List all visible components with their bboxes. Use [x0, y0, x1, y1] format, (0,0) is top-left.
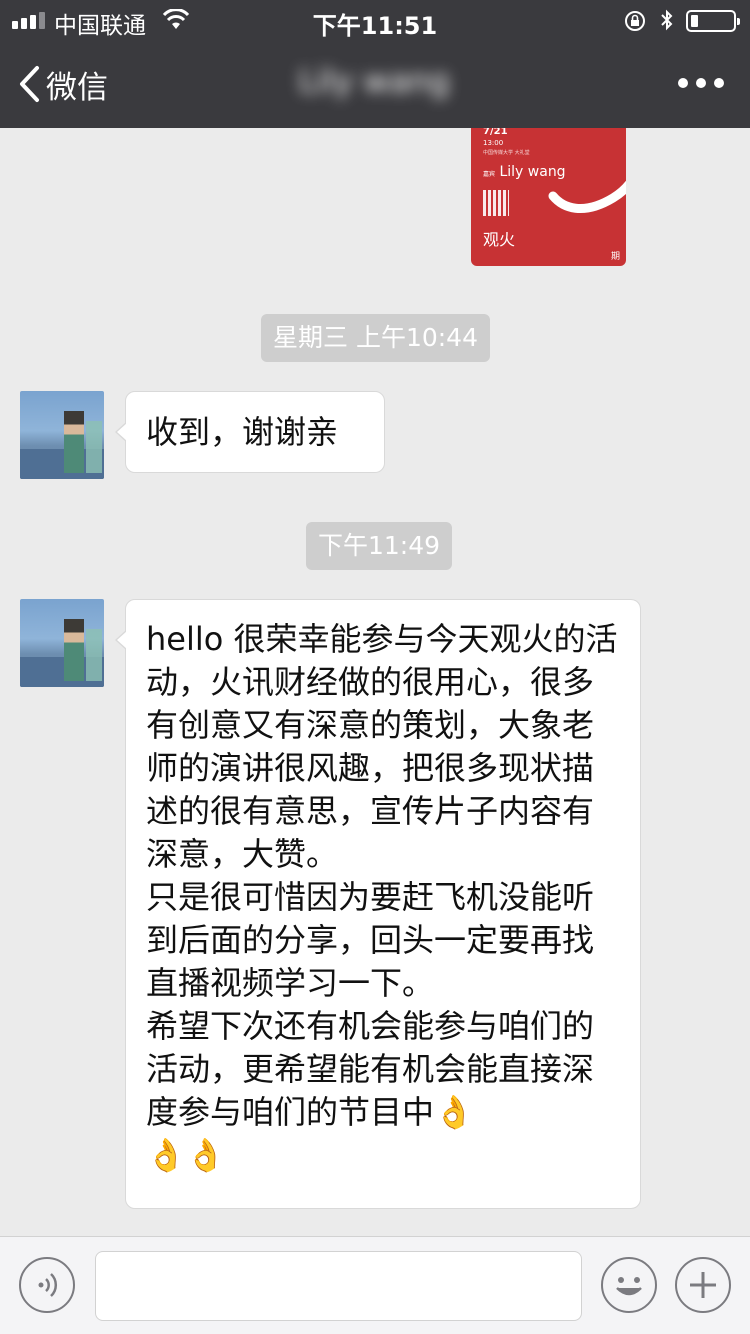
dot-icon [678, 78, 688, 88]
poster-guest-name: Lily wang [499, 164, 566, 180]
back-button[interactable]: 微信 [18, 62, 108, 106]
top-bar: 中国联通 下午11:51 微信 Lily wang [0, 0, 750, 128]
rotation-lock-icon [625, 11, 645, 31]
timestamp: 星期三 上午10:44 [261, 314, 490, 362]
battery-icon [686, 10, 740, 32]
dot-icon [696, 78, 706, 88]
plus-button[interactable] [675, 1257, 731, 1313]
voice-button[interactable] [19, 1257, 75, 1313]
back-label: 微信 [46, 69, 108, 106]
more-button[interactable] [678, 78, 724, 88]
poster-time: 13:00 [483, 139, 504, 147]
bluetooth-icon [661, 9, 673, 31]
emoji-icon [616, 1277, 642, 1296]
dot-icon [714, 78, 724, 88]
message-text: 收到，谢谢亲 [146, 413, 339, 451]
avatar[interactable] [20, 391, 104, 479]
status-bar: 中国联通 下午11:51 [0, 0, 750, 40]
timestamp: 下午11:49 [306, 522, 453, 570]
message-text: hello 很荣幸能参与今天观火的活动，火讯财经做的很用心，很多有创意又有深意的… [146, 620, 618, 1174]
poster-image-message[interactable]: 7/21 13:00 中国传媒大学 大礼堂 嘉宾 Lily wang 观火 期 [471, 108, 626, 266]
qr-code-icon [483, 190, 509, 216]
poster-brand: 观火 [483, 230, 516, 249]
chat-title: Lily wang [298, 62, 450, 100]
battery-level [691, 15, 698, 27]
poster-venue: 中国传媒大学 大礼堂 [483, 150, 530, 156]
poster-issue-suffix: 期 [610, 252, 620, 262]
poster-guest-prefix: 嘉宾 [483, 171, 496, 178]
message-input[interactable] [95, 1251, 582, 1321]
voice-icon [38, 1273, 58, 1297]
message-bubble[interactable]: 收到，谢谢亲 [115, 391, 385, 473]
avatar[interactable] [20, 599, 104, 687]
poster-guest: 嘉宾 Lily wang [483, 164, 566, 180]
emoji-button[interactable] [601, 1257, 657, 1313]
input-bar [0, 1236, 750, 1334]
message-bubble[interactable]: hello 很荣幸能参与今天观火的活动，火讯财经做的很用心，很多有创意又有深意的… [115, 599, 641, 1209]
plus-icon [690, 1272, 716, 1298]
chevron-left-icon [20, 66, 39, 102]
